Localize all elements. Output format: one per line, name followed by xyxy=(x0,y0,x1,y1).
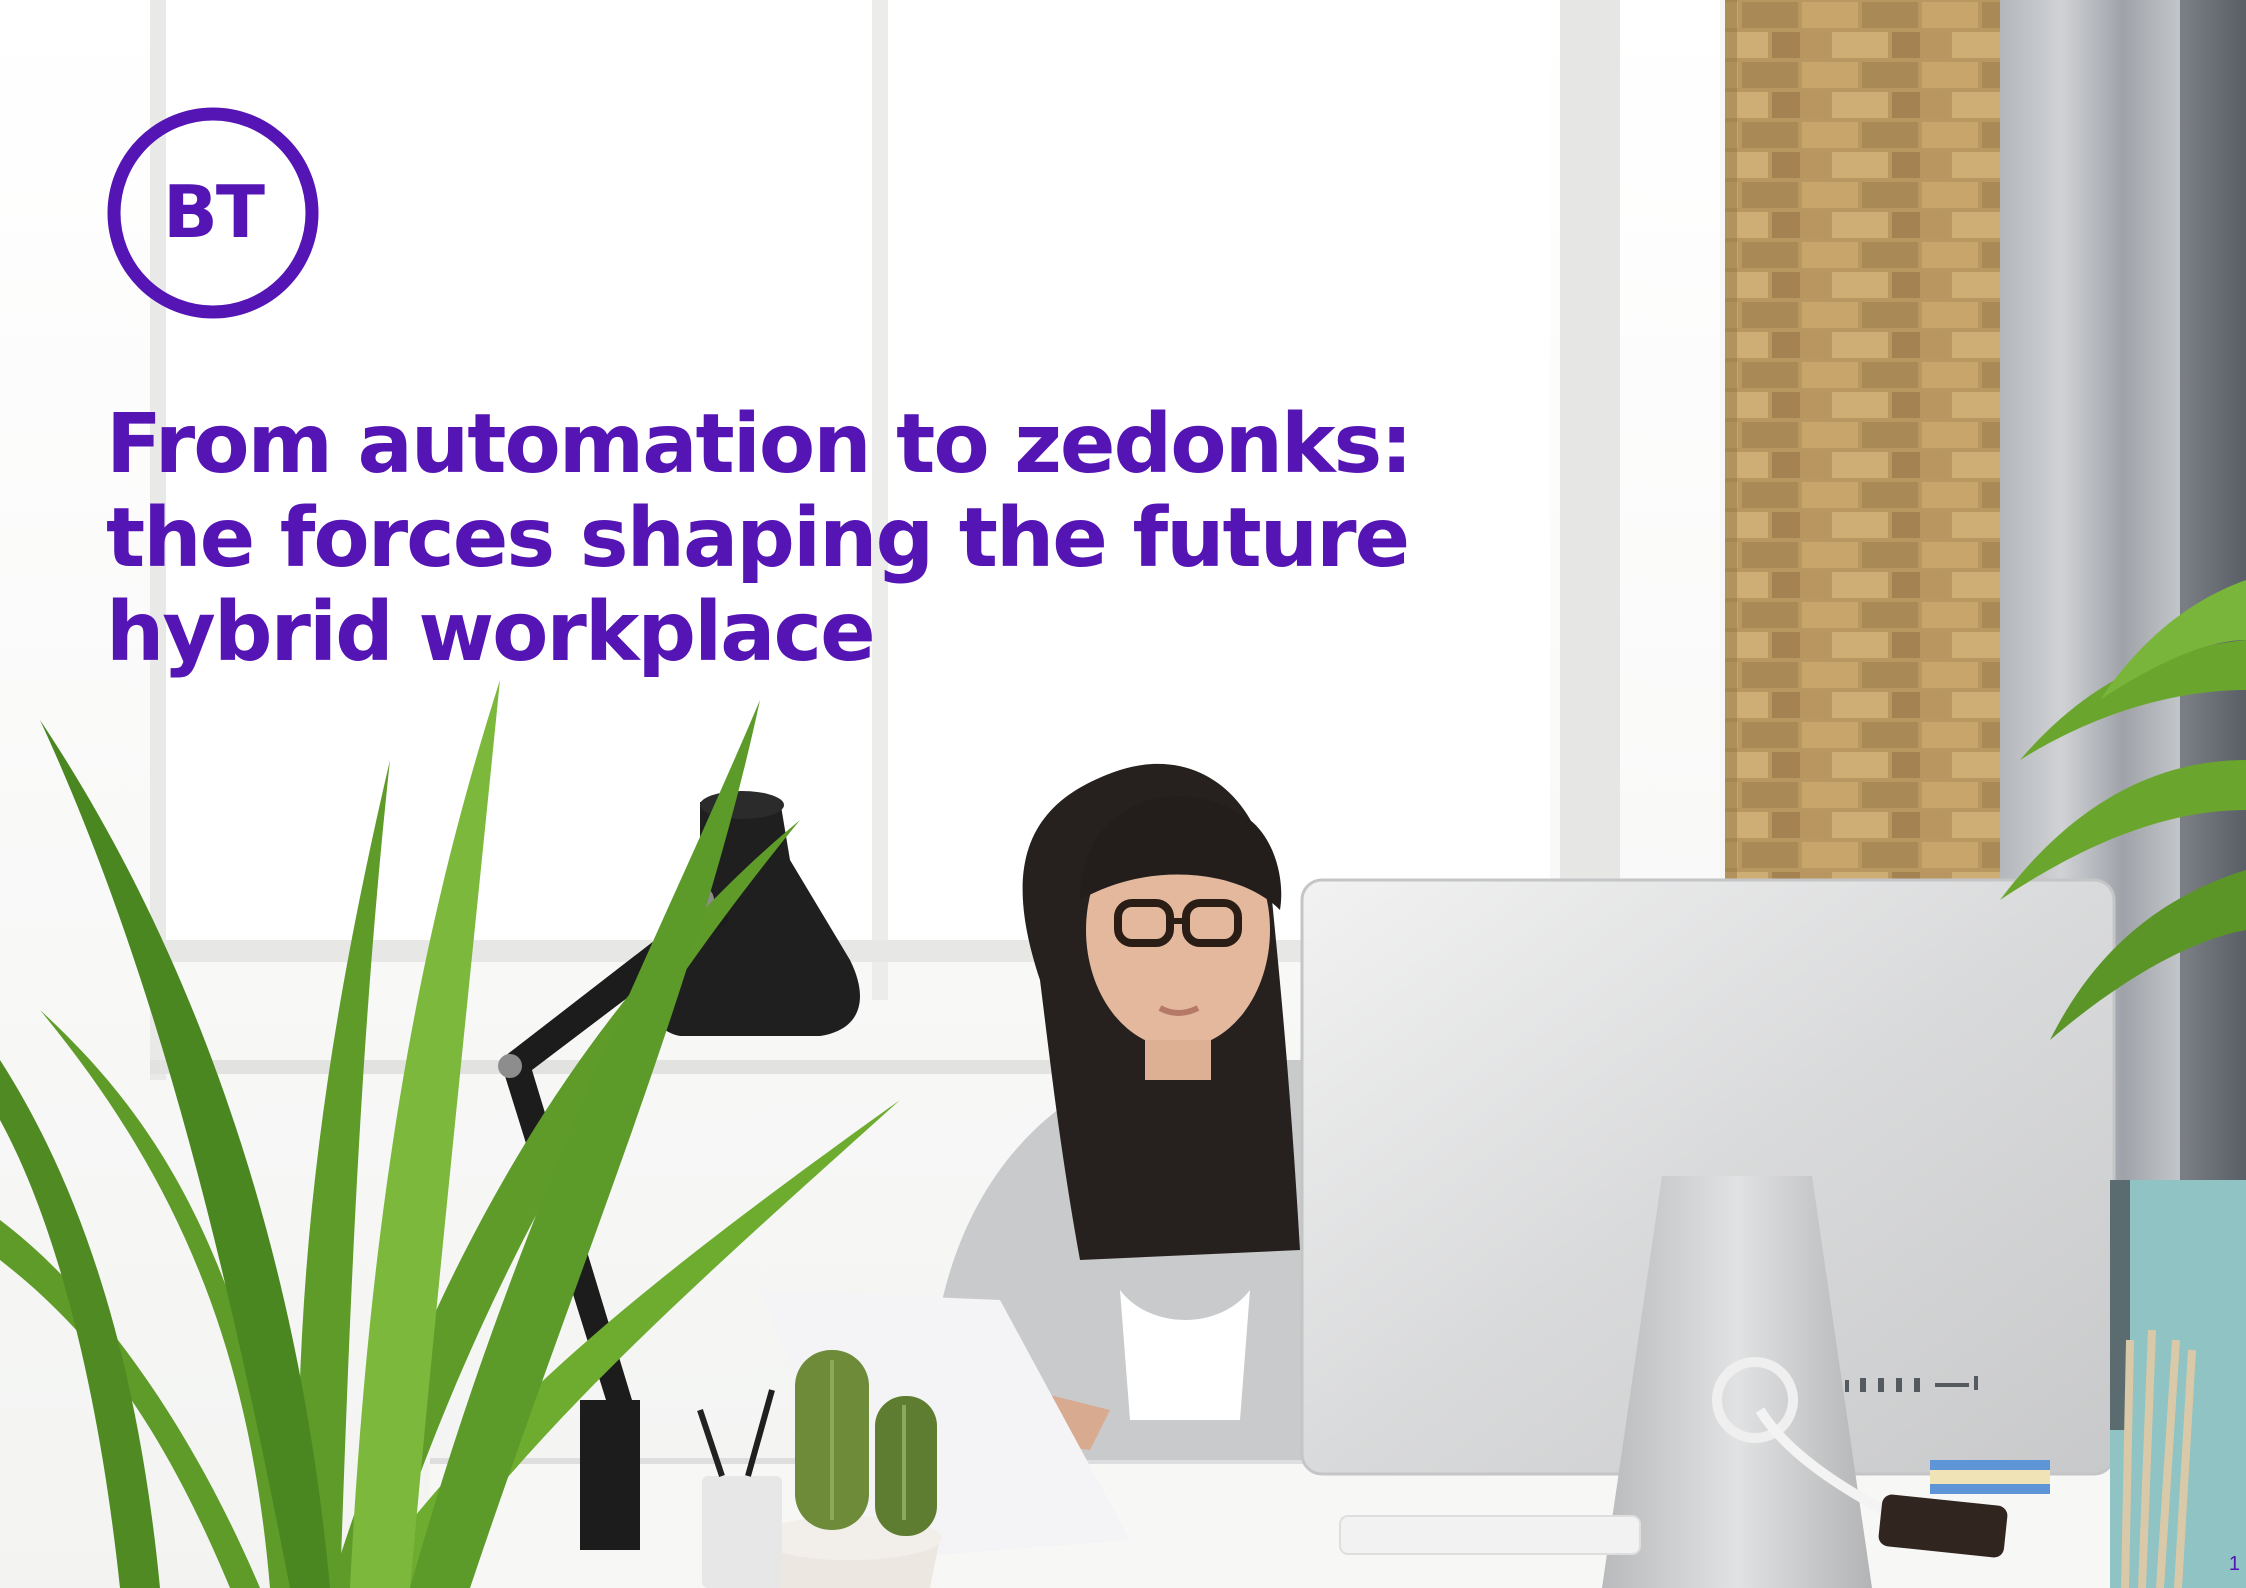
bt-logo-wordmark: BT xyxy=(163,170,265,254)
cover-title: From automation to zedonks: the forces s… xyxy=(106,398,1556,680)
cover-title-line-3: hybrid workplace xyxy=(106,585,876,680)
page-number: 1 xyxy=(2228,1553,2240,1575)
bt-logo[interactable]: BT xyxy=(106,106,320,320)
cover-title-line-1: From automation to zedonks: xyxy=(106,397,1413,492)
cover-photo-office-scene xyxy=(0,0,2246,1588)
cover-title-line-2: the forces shaping the future xyxy=(106,491,1410,586)
report-cover-page: BT From automation to zedonks: the force… xyxy=(0,0,2246,1588)
